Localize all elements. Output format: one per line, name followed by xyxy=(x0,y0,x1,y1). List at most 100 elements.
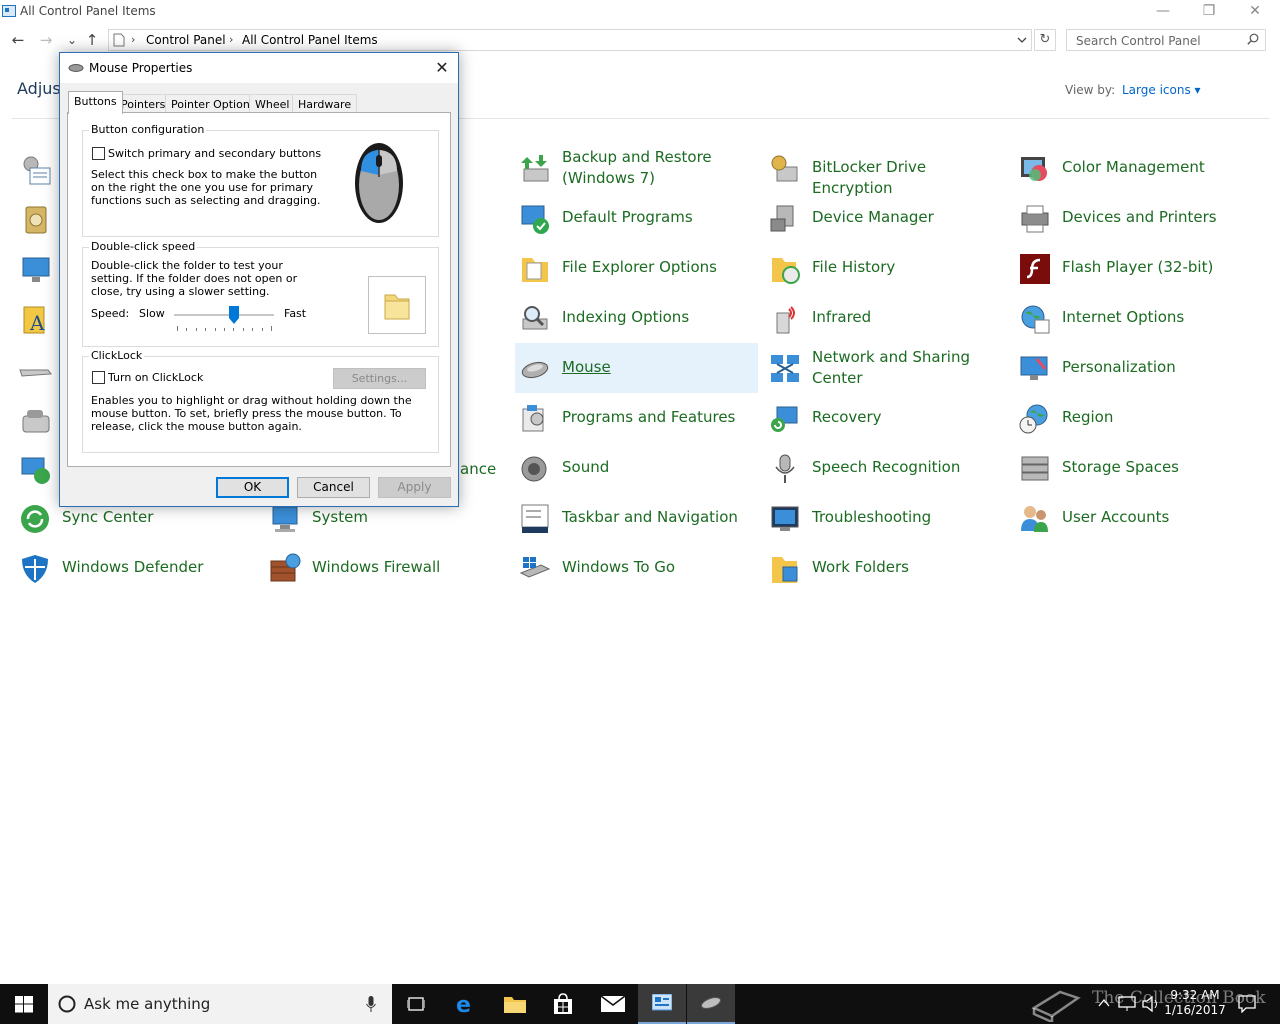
cp-item-label[interactable]: Work Folders xyxy=(812,557,909,578)
refresh-button[interactable]: ↻ xyxy=(1034,29,1056,51)
recent-locations-button[interactable]: ⌄ xyxy=(62,30,82,50)
speed-slider-thumb[interactable] xyxy=(229,306,239,324)
cp-item-indexing-options[interactable]: Indexing Options xyxy=(515,293,758,343)
volume-icon[interactable] xyxy=(1142,996,1160,1012)
cp-item-default-programs[interactable]: Default Programs xyxy=(515,193,758,243)
cp-item-label[interactable]: Flash Player (32-bit) xyxy=(1062,257,1213,278)
search-input[interactable] xyxy=(1074,33,1244,49)
cp-item-label[interactable]: Mouse xyxy=(562,357,611,378)
cp-item-label[interactable]: Region xyxy=(1062,407,1113,428)
phone-modem-icon[interactable] xyxy=(20,404,52,436)
view-by-dropdown[interactable]: Large icons ▾ xyxy=(1122,83,1201,97)
fonts-icon[interactable]: A xyxy=(20,304,52,336)
start-button[interactable] xyxy=(0,984,48,1024)
store-taskbar-button[interactable] xyxy=(539,984,587,1024)
test-folder-area[interactable] xyxy=(368,276,426,334)
cp-item-speech-recognition[interactable]: Speech Recognition xyxy=(765,443,1008,493)
cp-item-storage-spaces[interactable]: Storage Spaces xyxy=(1015,443,1258,493)
cp-item-mouse[interactable]: Mouse xyxy=(515,343,758,393)
speed-slider-track[interactable] xyxy=(174,314,274,316)
cp-item-region[interactable]: Region xyxy=(1015,393,1258,443)
mouse-properties-taskbar-button[interactable] xyxy=(687,984,735,1024)
cp-item-windows-firewall[interactable]: Windows Firewall xyxy=(265,543,508,593)
cp-item-label[interactable]: Windows To Go xyxy=(562,557,675,578)
tab-buttons[interactable]: Buttons xyxy=(68,91,123,114)
switch-buttons-label[interactable]: Switch primary and secondary buttons xyxy=(108,147,321,160)
cp-item-label[interactable]: Programs and Features xyxy=(562,407,735,428)
cp-item-internet-options[interactable]: Internet Options xyxy=(1015,293,1258,343)
cp-item-label[interactable]: File Explorer Options xyxy=(562,257,717,278)
cp-item-label[interactable]: Troubleshooting xyxy=(812,507,931,528)
cp-item-label[interactable]: Color Management xyxy=(1062,157,1205,178)
microphone-icon[interactable] xyxy=(366,996,376,1013)
clicklock-settings-button[interactable]: Settings... xyxy=(333,368,426,389)
address-bar[interactable]: › Control Panel › All Control Panel Item… xyxy=(108,29,1032,51)
cp-item-label[interactable]: Recovery xyxy=(812,407,882,428)
cp-item-device-manager[interactable]: Device Manager xyxy=(765,193,1008,243)
cp-item-troubleshooting[interactable]: Troubleshooting xyxy=(765,493,1008,543)
close-window-button[interactable]: ✕ xyxy=(1232,0,1278,24)
cp-item-label[interactable]: Network and Sharing Center xyxy=(812,347,1002,389)
cancel-button[interactable]: Cancel xyxy=(297,477,370,498)
cp-item-label[interactable]: Backup and Restore (Windows 7) xyxy=(562,147,752,189)
edge-taskbar-button[interactable]: e xyxy=(441,984,489,1024)
cp-item-file-explorer-options[interactable]: File Explorer Options xyxy=(515,243,758,293)
cp-item-label[interactable]: Taskbar and Navigation xyxy=(562,507,738,528)
breadcrumb-all-items[interactable]: All Control Panel Items xyxy=(242,33,378,47)
tab-pointers[interactable]: Pointers xyxy=(115,94,172,113)
cp-item-label[interactable]: System xyxy=(312,507,368,528)
cp-item-label[interactable]: Personalization xyxy=(1062,357,1176,378)
address-dropdown-icon[interactable] xyxy=(1017,36,1027,44)
back-button[interactable]: ← xyxy=(8,30,28,50)
dialog-close-button[interactable]: ✕ xyxy=(430,57,454,79)
switch-buttons-checkbox[interactable] xyxy=(92,147,105,160)
apply-button[interactable]: Apply xyxy=(378,477,451,498)
cp-item-personalization[interactable]: Personalization xyxy=(1015,343,1258,393)
dialog-titlebar[interactable]: Mouse Properties ✕ xyxy=(60,53,458,83)
cp-item-label[interactable]: Speech Recognition xyxy=(812,457,960,478)
cp-item-label[interactable]: Windows Defender xyxy=(62,557,203,578)
mail-taskbar-button[interactable] xyxy=(588,984,636,1024)
cp-item-devices-printers[interactable]: Devices and Printers xyxy=(1015,193,1258,243)
show-hidden-icons-icon[interactable] xyxy=(1098,998,1110,1008)
cp-item-color-management[interactable]: Color Management xyxy=(1015,143,1258,193)
up-button[interactable]: ↑ xyxy=(82,30,102,50)
forward-button[interactable]: → xyxy=(36,30,56,50)
search-icon[interactable] xyxy=(1247,33,1259,45)
ok-button[interactable]: OK xyxy=(216,477,289,498)
cp-item-label[interactable]: Storage Spaces xyxy=(1062,457,1179,478)
tab-pointer-options[interactable]: Pointer Options xyxy=(165,94,262,113)
breadcrumb-control-panel[interactable]: Control Panel xyxy=(146,33,226,47)
test-folder-icon[interactable] xyxy=(383,291,411,321)
keyboard-icon[interactable] xyxy=(18,364,52,380)
cp-item-taskbar-navigation[interactable]: Taskbar and Navigation xyxy=(515,493,758,543)
cp-item-bitlocker[interactable]: BitLocker Drive Encryption xyxy=(765,143,1008,197)
cp-item-label[interactable]: Indexing Options xyxy=(562,307,689,328)
remoteapp-icon[interactable] xyxy=(20,454,52,486)
minimize-button[interactable]: — xyxy=(1140,0,1186,24)
clicklock-label[interactable]: Turn on ClickLock xyxy=(108,371,203,384)
cp-item-sound[interactable]: Sound xyxy=(515,443,758,493)
search-box[interactable] xyxy=(1066,29,1266,51)
cp-item-label[interactable]: User Accounts xyxy=(1062,507,1169,528)
cp-item-label[interactable]: Sound xyxy=(562,457,609,478)
display-icon[interactable] xyxy=(20,254,52,286)
control-panel-taskbar-button[interactable] xyxy=(638,984,686,1024)
network-icon[interactable] xyxy=(1118,996,1136,1012)
cortana-search-box[interactable]: Ask me anything xyxy=(48,984,392,1024)
tab-hardware[interactable]: Hardware xyxy=(292,94,358,113)
cp-item-windows-defender[interactable]: Windows Defender xyxy=(15,543,258,593)
cp-item-label[interactable]: Internet Options xyxy=(1062,307,1184,328)
clicklock-checkbox[interactable] xyxy=(92,371,105,384)
cp-item-file-history[interactable]: File History xyxy=(765,243,1008,293)
file-explorer-taskbar-button[interactable] xyxy=(490,984,538,1024)
cp-item-infrared[interactable]: Infrared xyxy=(765,293,1008,343)
cp-item-programs-features[interactable]: Programs and Features xyxy=(515,393,758,443)
cp-item-recovery[interactable]: Recovery xyxy=(765,393,1008,443)
cp-item-label[interactable]: Devices and Printers xyxy=(1062,207,1217,228)
cp-item-label[interactable]: File History xyxy=(812,257,895,278)
system-clock[interactable]: 9:32 AM 1/16/2017 xyxy=(1160,988,1230,1018)
cp-item-flash-player[interactable]: Flash Player (32-bit) xyxy=(1015,243,1258,293)
cp-item-user-accounts[interactable]: User Accounts xyxy=(1015,493,1258,543)
admin-tools-icon[interactable] xyxy=(20,154,52,186)
